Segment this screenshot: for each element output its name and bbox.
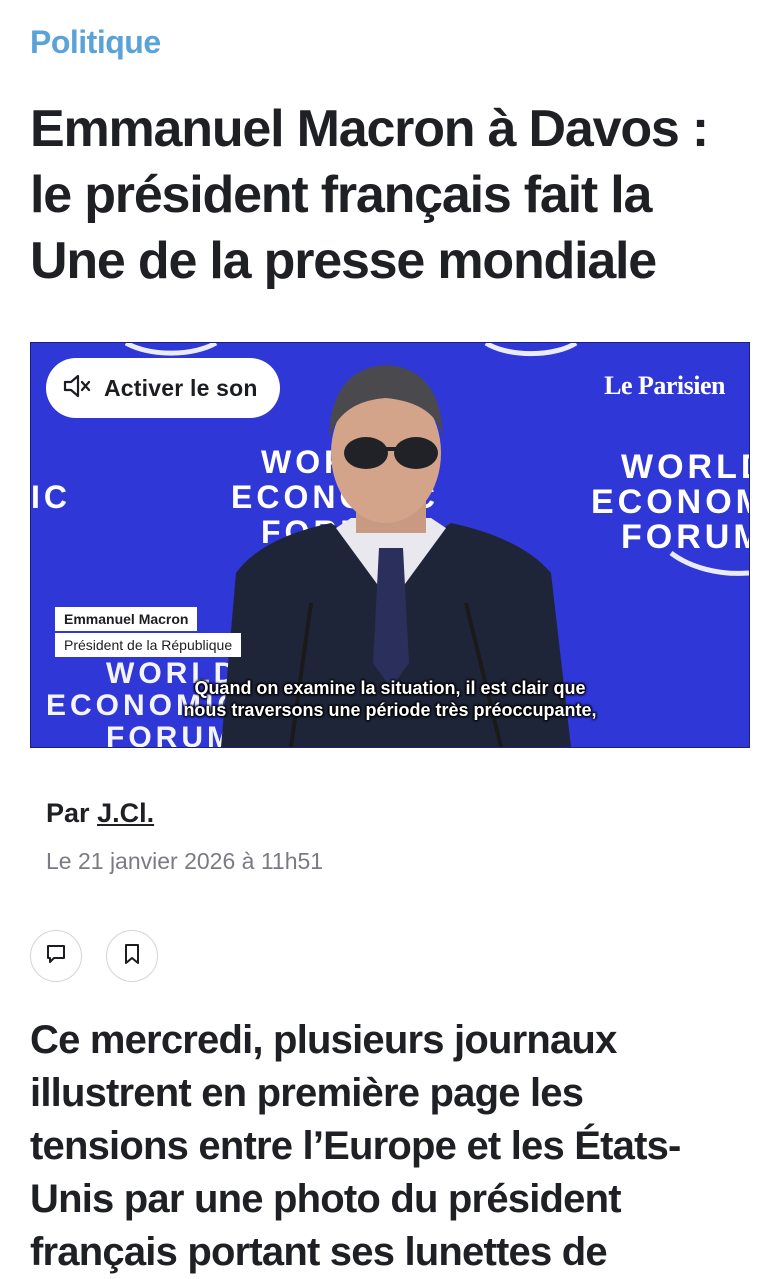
speaker-role: Président de la République: [55, 633, 242, 657]
video-subtitles: Quand on examine la situation, il est cl…: [31, 677, 749, 721]
svg-text:IC: IC: [31, 479, 71, 515]
speaker-lower-third: Emmanuel Macron Président de la Républiq…: [55, 607, 242, 657]
lectern-word-3: FORUM: [106, 721, 236, 747]
brand-logo: Le Parisien: [604, 371, 725, 400]
speaker-name: Emmanuel Macron: [55, 607, 198, 631]
subtitle-line-1: Quand on examine la situation, il est cl…: [194, 678, 586, 698]
author-link[interactable]: J.Cl.: [97, 798, 154, 828]
subtitle-line-2: nous traversons une période très préoccu…: [183, 700, 597, 720]
article-category[interactable]: Politique: [30, 24, 161, 61]
backdrop-right-1: WORLD: [621, 448, 749, 486]
byline-prefix: Par: [46, 798, 90, 828]
comment-icon: [44, 942, 68, 971]
publish-date: Le 21 janvier 2026 à 11h51: [46, 848, 324, 874]
backdrop-right-3: FORUM: [621, 518, 749, 556]
unmute-label: Activer le son: [104, 374, 258, 401]
video-player[interactable]: IC WORLD ECONOMIC FORUM WORLD ECONOMIC F…: [30, 342, 750, 748]
bookmark-icon: [121, 942, 143, 971]
speaker-muted-icon: [62, 373, 92, 404]
article-lead: Ce mercredi, plusieurs journaux illustre…: [30, 1018, 681, 1274]
unmute-button[interactable]: Activer le son: [46, 358, 280, 418]
bookmark-button[interactable]: [106, 930, 158, 982]
comment-button[interactable]: [30, 930, 82, 982]
backdrop-right-2: ECONOMIC: [591, 483, 749, 521]
article-headline: Emmanuel Macron à Davos : le président f…: [30, 100, 709, 290]
byline: Par J.Cl.: [46, 798, 154, 829]
